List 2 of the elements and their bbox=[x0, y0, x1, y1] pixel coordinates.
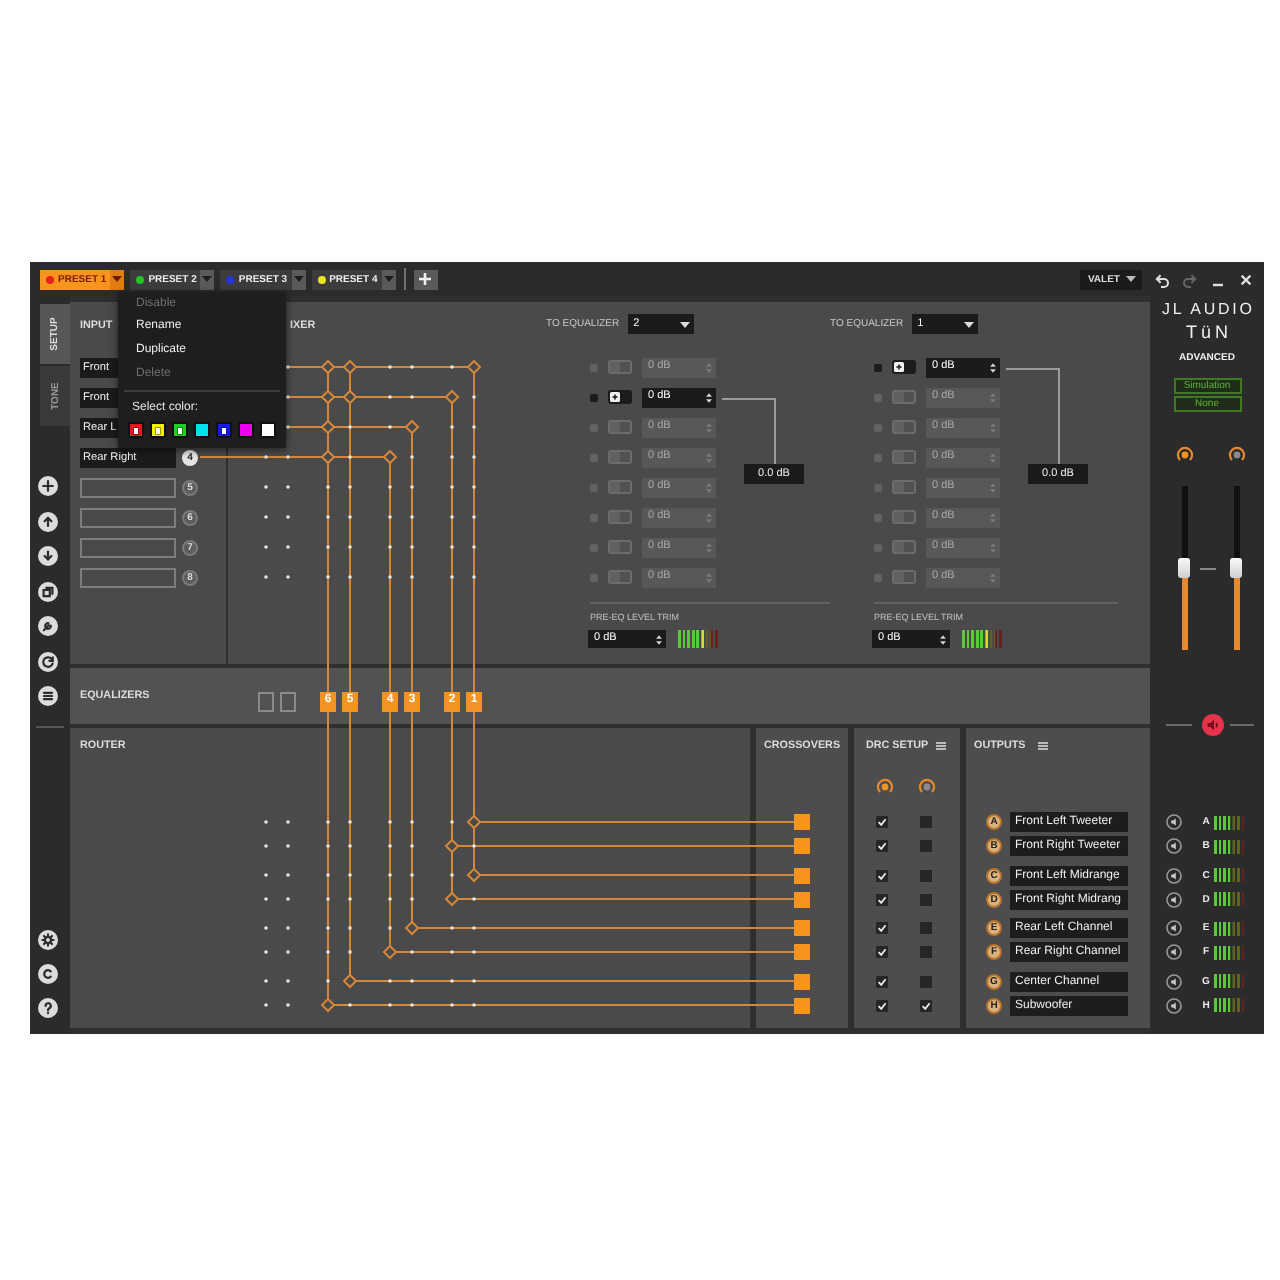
product-name: TüN bbox=[1183, 324, 1232, 342]
brand-name: JL AUDIO bbox=[1159, 302, 1255, 318]
